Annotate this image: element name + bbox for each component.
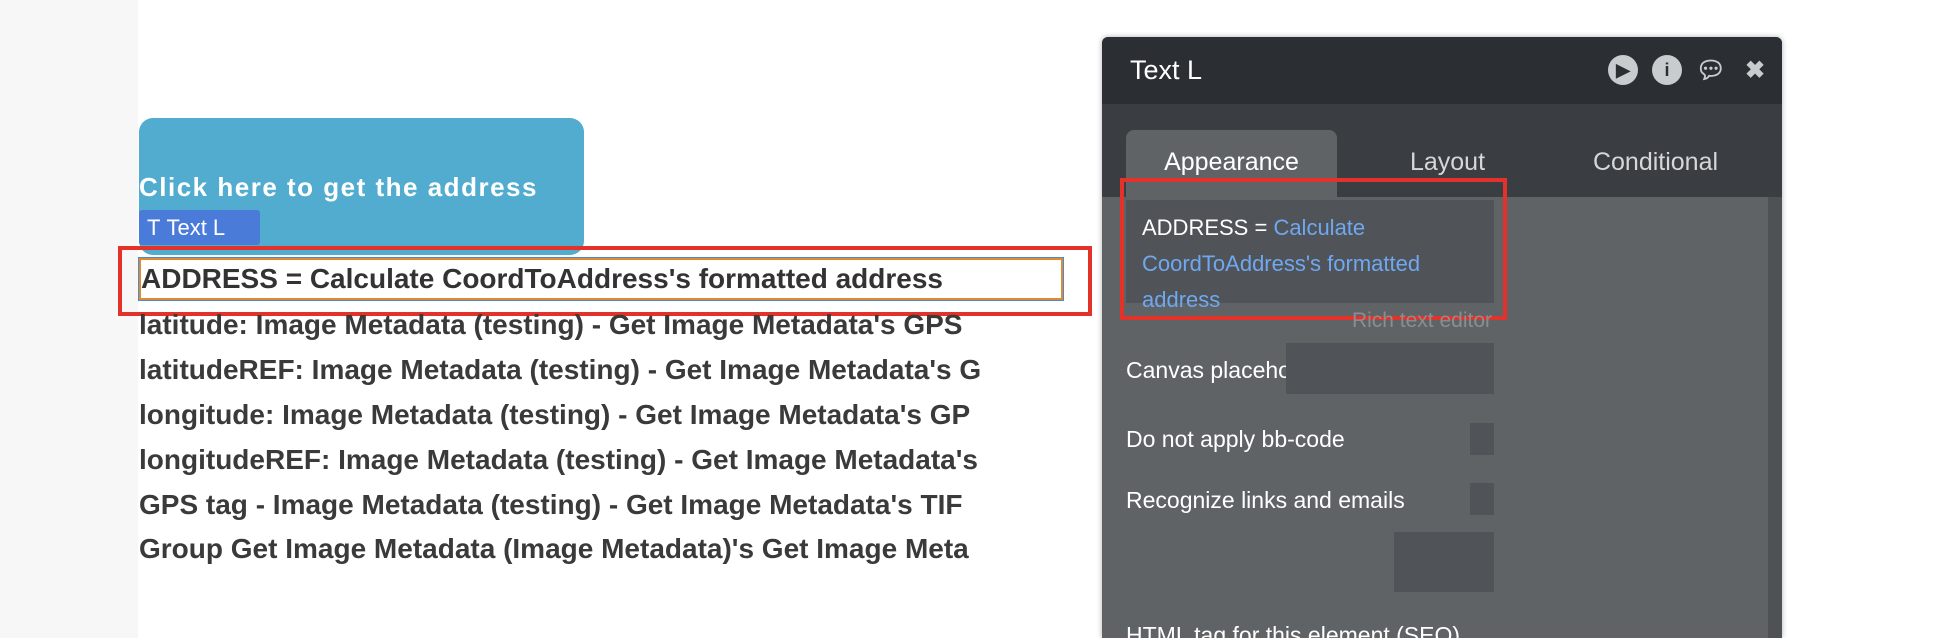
comment-icon[interactable]: 💬︎ (1696, 55, 1726, 85)
text-line[interactable]: latitudeREF: Image Metadata (testing) - … (139, 352, 1102, 388)
bbcode-checkbox[interactable] (1470, 423, 1494, 455)
panel-title: Text L (1130, 55, 1203, 85)
scrollbar[interactable] (1768, 197, 1782, 638)
rich-text-editor-link[interactable]: Rich text editor (1352, 309, 1492, 333)
text-line[interactable]: GPS tag - Image Metadata (testing) - Get… (139, 487, 1102, 523)
panel-header[interactable]: Text L ▶ i 💬︎ ✖ (1102, 37, 1782, 104)
text-line[interactable]: longitude: Image Metadata (testing) - Ge… (139, 397, 1102, 433)
text-line[interactable]: longitudeREF: Image Metadata (testing) -… (139, 442, 1102, 478)
property-editor-panel: Text L ▶ i 💬︎ ✖ Appearance Layout Condit… (1102, 37, 1782, 638)
close-icon[interactable]: ✖ (1740, 55, 1770, 85)
tab-conditional[interactable]: Conditional (1550, 130, 1761, 197)
info-icon[interactable]: i (1652, 55, 1682, 85)
selected-element-badge: T Text L (139, 210, 260, 245)
html-tag-label: HTML tag for this element (SEO) (1126, 622, 1461, 638)
bbcode-label: Do not apply bb-code (1126, 426, 1345, 452)
text-type-icon: T (147, 214, 161, 240)
panel-highlight-box (1120, 178, 1507, 320)
canvas-margin (0, 0, 138, 638)
badge-label: Text L (166, 214, 226, 240)
canvas-placeholder-input[interactable] (1286, 343, 1494, 394)
links-label: Recognize links and emails (1126, 487, 1405, 513)
links-checkbox[interactable] (1470, 483, 1494, 515)
html-tag-select[interactable] (1394, 532, 1494, 592)
button-label: Click here to get the address (139, 172, 538, 202)
play-icon[interactable]: ▶ (1608, 55, 1638, 85)
text-line[interactable]: latitude: Image Metadata (testing) - Get… (139, 307, 1102, 343)
highlight-box (118, 246, 1092, 316)
text-line[interactable]: Group Get Image Metadata (Image Metadata… (139, 531, 1102, 567)
